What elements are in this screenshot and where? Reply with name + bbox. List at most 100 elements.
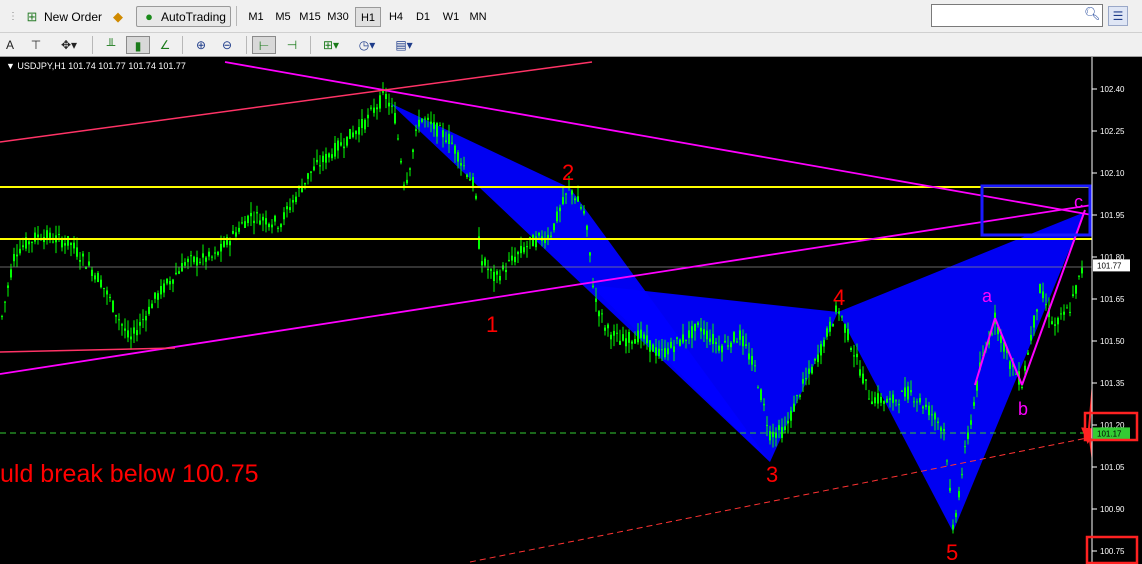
candle-body	[370, 107, 372, 109]
candle-body	[349, 129, 351, 139]
account-icon[interactable]: ☰	[1108, 6, 1128, 26]
candle-body	[838, 311, 840, 314]
candle-body	[859, 369, 861, 376]
candle-body	[739, 330, 741, 340]
candle-body	[778, 425, 780, 431]
candle-body	[955, 512, 957, 518]
candle-body	[157, 293, 159, 300]
candle-body	[247, 215, 249, 224]
candle-body	[187, 258, 189, 263]
autotrading-icon: ●	[145, 8, 153, 24]
candle-body	[610, 334, 612, 340]
candle-body	[136, 330, 138, 336]
candle-body	[577, 196, 579, 202]
candle-body	[229, 241, 231, 246]
candle-body	[397, 138, 399, 140]
candle-body	[220, 243, 222, 252]
timeframe-m15[interactable]: M15	[297, 7, 323, 27]
timeframe-d1[interactable]: D1	[410, 7, 436, 27]
candle-body	[589, 252, 591, 256]
candle-body	[628, 331, 630, 343]
candlestick-chart-button[interactable]: ▮	[126, 36, 150, 54]
search-input[interactable]	[931, 4, 1103, 27]
auto-scroll-button[interactable]: ⊢	[252, 36, 276, 54]
candle-body	[517, 251, 519, 255]
text-label-tool-button[interactable]: ⊤	[26, 36, 46, 54]
candle-body	[352, 132, 354, 138]
price-tag-label: 101.77	[1097, 261, 1122, 270]
candle-body	[166, 278, 168, 284]
candle-body	[106, 290, 108, 295]
candle-body	[163, 283, 165, 293]
candle-body	[403, 184, 405, 186]
candle-body	[676, 337, 678, 339]
candle-body	[37, 234, 39, 238]
candle-body	[805, 378, 807, 380]
candle-body	[46, 230, 48, 240]
candle-body	[766, 424, 768, 426]
candle-body	[4, 301, 6, 303]
price-tick-label: 101.50	[1100, 337, 1125, 346]
timeframe-m5[interactable]: M5	[270, 7, 296, 27]
candle-body	[88, 261, 90, 266]
candle-body	[178, 271, 180, 274]
search-icon[interactable]: 🔍︎	[1084, 6, 1101, 22]
candle-body	[925, 404, 927, 408]
candle-body	[1009, 361, 1011, 369]
price-chart[interactable]: 102.40102.25102.10101.95101.80101.65101.…	[0, 57, 1142, 564]
zoom-in-button[interactable]: ⊕	[190, 36, 212, 54]
candle-body	[811, 366, 813, 374]
timeframe-m1[interactable]: M1	[243, 7, 269, 27]
candle-body	[214, 252, 216, 254]
timeframe-h1[interactable]: H1	[355, 7, 381, 27]
chart-shift-button[interactable]: ⊣	[280, 36, 304, 54]
candle-body	[763, 403, 765, 406]
candle-body	[208, 251, 210, 257]
timeframe-m30[interactable]: M30	[325, 7, 351, 27]
toolbar-separator	[182, 36, 183, 54]
autotrading-button[interactable]: ● AutoTrading	[136, 6, 231, 27]
line-chart-button[interactable]: ∠	[154, 36, 176, 54]
timeframe-mn[interactable]: MN	[465, 7, 491, 27]
candle-body	[907, 386, 909, 400]
candle-body	[595, 298, 597, 302]
market-watch-button[interactable]: ◆	[108, 6, 132, 27]
text-label-icon: ⊤	[30, 38, 42, 52]
new-order-button[interactable]: ⊞ New Order	[20, 6, 108, 27]
candle-body	[67, 236, 69, 246]
candle-body	[523, 247, 525, 253]
candle-body	[634, 339, 636, 344]
candle-body	[865, 379, 867, 381]
indicators-button[interactable]: ⊞▾	[316, 36, 346, 54]
candle-body	[184, 262, 186, 266]
candle-body	[655, 347, 657, 356]
candle-body	[964, 446, 966, 448]
timeframe-w1[interactable]: W1	[438, 7, 464, 27]
periods-button[interactable]: ◷▾	[352, 36, 382, 54]
candle-body	[250, 212, 252, 217]
zoom-out-button[interactable]: ⊖	[216, 36, 238, 54]
timeframe-h4[interactable]: H4	[383, 7, 409, 27]
bar-chart-button[interactable]: ╨	[100, 36, 122, 54]
abc-label-a: a	[982, 286, 993, 306]
wave-label-4: 4	[833, 285, 845, 310]
candle-body	[709, 338, 711, 342]
candle-body	[367, 114, 369, 119]
candle-body	[439, 125, 441, 127]
templates-button[interactable]: ▤▾	[388, 36, 420, 54]
candle-body	[916, 401, 918, 403]
candle-body	[583, 210, 585, 214]
candle-body	[445, 140, 447, 143]
candle-body	[31, 242, 33, 244]
candle-body	[484, 258, 486, 266]
candle-body	[355, 131, 357, 135]
text-tool-button[interactable]: A	[2, 36, 18, 54]
candle-body	[661, 349, 663, 351]
candle-body	[346, 136, 348, 146]
candle-body	[469, 178, 471, 181]
candle-body	[652, 344, 654, 352]
candle-body	[373, 107, 375, 113]
arrows-tool-button[interactable]: ✥▾	[54, 36, 84, 54]
candle-body	[1042, 291, 1044, 299]
candle-body	[646, 335, 648, 344]
